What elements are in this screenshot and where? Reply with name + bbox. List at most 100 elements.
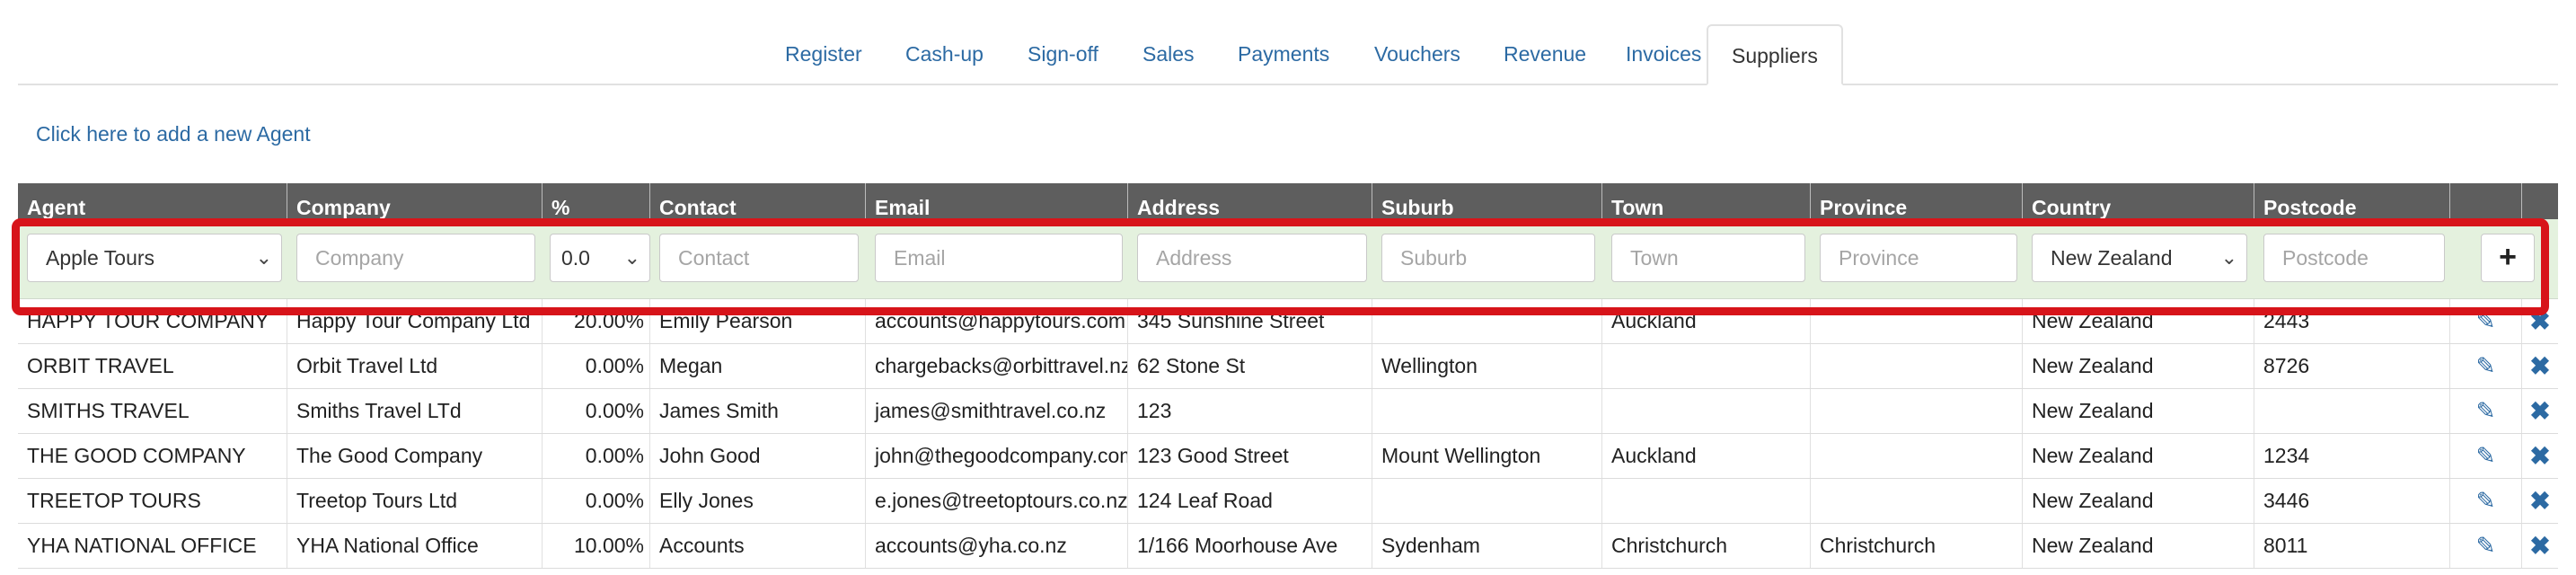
- delete-icon[interactable]: ✖: [2522, 434, 2558, 478]
- delete-icon[interactable]: ✖: [2522, 344, 2558, 388]
- town-cell: Auckland: [1602, 299, 1811, 343]
- chevron-down-icon: ⌄: [255, 246, 272, 269]
- company-cell: Happy Tour Company Ltd: [287, 299, 543, 343]
- country-cell: New Zealand: [2023, 344, 2254, 388]
- delete-icon[interactable]: ✖: [2522, 389, 2558, 433]
- col-percent: %: [543, 183, 650, 219]
- tab-revenue[interactable]: Revenue: [1480, 24, 1610, 84]
- town-input[interactable]: [1611, 234, 1805, 282]
- chevron-down-icon: ⌄: [623, 246, 640, 269]
- tab-vouchers[interactable]: Vouchers: [1351, 24, 1484, 84]
- contact-cell: Elly Jones: [650, 479, 866, 523]
- town-cell: Christchurch: [1602, 524, 1811, 568]
- address-cell: 123: [1128, 389, 1372, 433]
- col-town: Town: [1602, 183, 1811, 219]
- edit-icon[interactable]: ✎: [2450, 479, 2522, 523]
- agent-select[interactable]: Apple Tours ⌄: [27, 234, 282, 282]
- agent-cell: SMITHS TRAVEL: [18, 389, 287, 433]
- company-cell: YHA National Office: [287, 524, 543, 568]
- town-cell: [1602, 344, 1811, 388]
- percent-cell: 0.00%: [543, 479, 650, 523]
- country-cell: New Zealand: [2023, 389, 2254, 433]
- percent-cell: 0.00%: [543, 344, 650, 388]
- contact-cell: John Good: [650, 434, 866, 478]
- table-row: THE GOOD COMPANY The Good Company 0.00% Joh…: [18, 434, 2558, 479]
- email-cell: [866, 219, 1128, 298]
- postcode-cell: 8011: [2254, 524, 2450, 568]
- address-cell: [1128, 219, 1372, 298]
- add-agent-button[interactable]: +: [2481, 234, 2535, 282]
- tab-sign-off[interactable]: Sign-off: [1004, 24, 1122, 84]
- province-input[interactable]: [1820, 234, 2017, 282]
- suburb-cell: Sydenham: [1372, 524, 1602, 568]
- percent-cell: 0.00%: [543, 434, 650, 478]
- tab-payments[interactable]: Payments: [1214, 24, 1353, 84]
- province-cell: Christchurch: [1811, 524, 2023, 568]
- address-input[interactable]: [1137, 234, 1367, 282]
- postcode-cell: [2254, 219, 2450, 298]
- province-cell: [1811, 219, 2023, 298]
- col-company: Company: [287, 183, 543, 219]
- address-cell: 1/166 Moorhouse Ave: [1128, 524, 1372, 568]
- address-cell: 62 Stone St: [1128, 344, 1372, 388]
- col-agent: Agent: [18, 183, 287, 219]
- email-cell: chargebacks@orbittravel.nz: [866, 344, 1128, 388]
- col-postcode: Postcode: [2254, 183, 2450, 219]
- email-cell: accounts@happytours.com: [866, 299, 1128, 343]
- email-cell: james@smithtravel.co.nz: [866, 389, 1128, 433]
- email-input[interactable]: [875, 234, 1123, 282]
- tab-cash-up[interactable]: Cash-up: [882, 24, 1007, 84]
- company-cell: Orbit Travel Ltd: [287, 344, 543, 388]
- table-body: HAPPY TOUR COMPANY Happy Tour Company Ltd…: [18, 299, 2558, 569]
- edit-icon[interactable]: ✎: [2450, 344, 2522, 388]
- add-agent-link[interactable]: Click here to add a new Agent: [36, 122, 311, 146]
- country-cell: New Zealand ⌄: [2023, 219, 2254, 298]
- province-cell: [1811, 389, 2023, 433]
- country-select[interactable]: New Zealand ⌄: [2032, 234, 2247, 282]
- delete-icon[interactable]: ✖: [2522, 524, 2558, 568]
- table-row: SMITHS TRAVEL Smiths Travel LTd 0.00% James…: [18, 389, 2558, 434]
- country-cell: New Zealand: [2023, 434, 2254, 478]
- percent-select-value: 0.0: [561, 246, 590, 270]
- delete-icon[interactable]: ✖: [2522, 479, 2558, 523]
- agent-cell: ORBIT TRAVEL: [18, 344, 287, 388]
- tab-suppliers[interactable]: Suppliers: [1707, 24, 1843, 85]
- suburb-input[interactable]: [1381, 234, 1595, 282]
- edit-icon[interactable]: ✎: [2450, 434, 2522, 478]
- suburb-cell: [1372, 299, 1602, 343]
- percent-select[interactable]: 0.0 ⌄: [550, 234, 650, 282]
- province-cell: [1811, 434, 2023, 478]
- tab-register[interactable]: Register: [762, 24, 886, 84]
- agent-cell: Apple Tours ⌄: [18, 219, 287, 298]
- postcode-cell: 8726: [2254, 344, 2450, 388]
- email-cell: accounts@yha.co.nz: [866, 524, 1128, 568]
- address-cell: 345 Sunshine Street: [1128, 299, 1372, 343]
- suburb-cell: [1372, 479, 1602, 523]
- town-cell: [1602, 389, 1811, 433]
- company-input[interactable]: [296, 234, 535, 282]
- col-contact: Contact: [650, 183, 866, 219]
- edit-icon[interactable]: ✎: [2450, 524, 2522, 568]
- agent-cell: YHA NATIONAL OFFICE: [18, 524, 287, 568]
- email-cell: e.jones@treetoptours.co.nz: [866, 479, 1128, 523]
- suburb-cell: [1372, 219, 1602, 298]
- country-cell: New Zealand: [2023, 524, 2254, 568]
- postcode-input[interactable]: [2263, 234, 2445, 282]
- address-cell: 123 Good Street: [1128, 434, 1372, 478]
- contact-cell: Emily Pearson: [650, 299, 866, 343]
- town-cell: Auckland: [1602, 434, 1811, 478]
- edit-icon[interactable]: ✎: [2450, 389, 2522, 433]
- table-header: Agent Company % Contact Email Address Su…: [18, 183, 2558, 219]
- nav-tabs: Register Cash-up Sign-off Sales Payments…: [18, 24, 2558, 85]
- col-country: Country: [2023, 183, 2254, 219]
- country-cell: New Zealand: [2023, 299, 2254, 343]
- suburb-cell: [1372, 389, 1602, 433]
- contact-input[interactable]: [659, 234, 859, 282]
- percent-cell: 10.00%: [543, 524, 650, 568]
- edit-icon[interactable]: ✎: [2450, 299, 2522, 343]
- delete-icon[interactable]: ✖: [2522, 299, 2558, 343]
- agent-cell: TREETOP TOURS: [18, 479, 287, 523]
- province-cell: [1811, 344, 2023, 388]
- tab-sales[interactable]: Sales: [1119, 24, 1218, 84]
- agents-table: Agent Company % Contact Email Address Su…: [18, 183, 2558, 569]
